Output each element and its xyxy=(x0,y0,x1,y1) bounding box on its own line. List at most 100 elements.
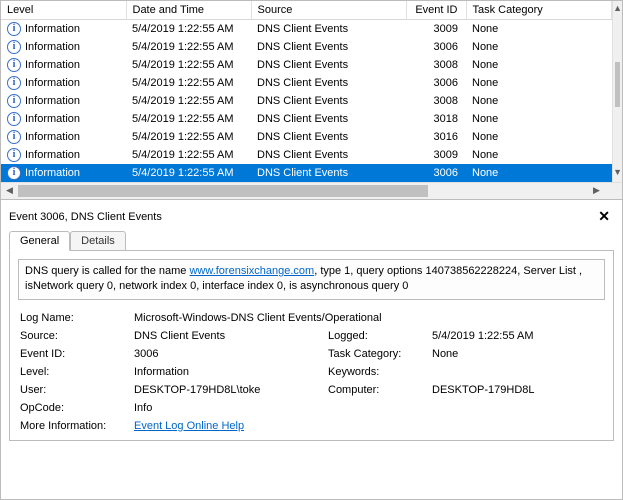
cell-eventid: 3006 xyxy=(406,74,466,92)
information-icon: i xyxy=(7,148,21,162)
event-details-pane: Event 3006, DNS Client Events ✕ General … xyxy=(1,200,622,449)
tab-general[interactable]: General xyxy=(9,231,70,251)
cell-source: DNS Client Events xyxy=(251,110,406,128)
table-row[interactable]: iInformation5/4/2019 1:22:55 AMDNS Clien… xyxy=(1,146,612,164)
cell-source: DNS Client Events xyxy=(251,56,406,74)
cell-taskcat: None xyxy=(466,164,612,182)
cell-datetime: 5/4/2019 1:22:55 AM xyxy=(126,146,251,164)
cell-eventid: 3009 xyxy=(406,146,466,164)
label-moreinfo: More Information: xyxy=(20,420,130,432)
hscroll-thumb[interactable] xyxy=(18,185,428,197)
information-icon: i xyxy=(7,76,21,90)
value-keywords xyxy=(432,366,605,378)
scroll-thumb[interactable] xyxy=(615,62,620,107)
scroll-track[interactable] xyxy=(613,18,622,165)
label-opcode: OpCode: xyxy=(20,402,130,414)
desc-link[interactable]: www.forensixchange.com xyxy=(189,265,314,277)
cell-eventid: 3006 xyxy=(406,38,466,56)
details-tabs: General Details xyxy=(9,231,614,251)
col-datetime[interactable]: Date and Time xyxy=(126,1,251,20)
value-logname: Microsoft-Windows-DNS Client Events/Oper… xyxy=(134,312,605,324)
moreinfo-link[interactable]: Event Log Online Help xyxy=(134,420,244,432)
label-user: User: xyxy=(20,384,130,396)
cell-source: DNS Client Events xyxy=(251,146,406,164)
col-eventid[interactable]: Event ID xyxy=(406,1,466,20)
information-icon: i xyxy=(7,112,21,126)
cell-taskcat: None xyxy=(466,110,612,128)
table-row[interactable]: iInformation5/4/2019 1:22:55 AMDNS Clien… xyxy=(1,164,612,182)
value-level: Information xyxy=(134,366,324,378)
cell-eventid: 3009 xyxy=(406,20,466,39)
event-description: DNS query is called for the name www.for… xyxy=(18,259,605,300)
details-title: Event 3006, DNS Client Events xyxy=(9,211,162,223)
cell-datetime: 5/4/2019 1:22:55 AM xyxy=(126,164,251,182)
close-button[interactable]: ✕ xyxy=(594,208,614,225)
col-taskcat[interactable]: Task Category xyxy=(466,1,612,20)
label-source: Source: xyxy=(20,330,130,342)
col-source[interactable]: Source xyxy=(251,1,406,20)
table-row[interactable]: iInformation5/4/2019 1:22:55 AMDNS Clien… xyxy=(1,38,612,56)
event-list-pane: Level Date and Time Source Event ID Task… xyxy=(1,1,622,200)
cell-datetime: 5/4/2019 1:22:55 AM xyxy=(126,20,251,39)
cell-eventid: 3016 xyxy=(406,128,466,146)
label-logged: Logged: xyxy=(328,330,428,342)
information-icon: i xyxy=(7,40,21,54)
table-row[interactable]: iInformation5/4/2019 1:22:55 AMDNS Clien… xyxy=(1,74,612,92)
label-level: Level: xyxy=(20,366,130,378)
information-icon: i xyxy=(7,58,21,72)
cell-taskcat: None xyxy=(466,20,612,39)
cell-taskcat: None xyxy=(466,128,612,146)
event-table[interactable]: Level Date and Time Source Event ID Task… xyxy=(1,1,612,182)
table-header-row[interactable]: Level Date and Time Source Event ID Task… xyxy=(1,1,612,20)
cell-datetime: 5/4/2019 1:22:55 AM xyxy=(126,110,251,128)
tab-body-general: DNS query is called for the name www.for… xyxy=(9,250,614,441)
label-computer: Computer: xyxy=(328,384,428,396)
event-properties: Log Name: Microsoft-Windows-DNS Client E… xyxy=(18,312,605,432)
table-row[interactable]: iInformation5/4/2019 1:22:55 AMDNS Clien… xyxy=(1,92,612,110)
value-computer: DESKTOP-179HD8L xyxy=(432,384,605,396)
cell-level: iInformation xyxy=(1,110,126,128)
cell-source: DNS Client Events xyxy=(251,92,406,110)
label-keywords: Keywords: xyxy=(328,366,428,378)
information-icon: i xyxy=(7,166,21,180)
cell-eventid: 3006 xyxy=(406,164,466,182)
vertical-scrollbar[interactable]: ▲ ▼ xyxy=(612,1,622,182)
cell-eventid: 3008 xyxy=(406,92,466,110)
cell-level: iInformation xyxy=(1,128,126,146)
cell-taskcat: None xyxy=(466,92,612,110)
cell-datetime: 5/4/2019 1:22:55 AM xyxy=(126,38,251,56)
tab-details[interactable]: Details xyxy=(70,231,126,251)
scroll-corner xyxy=(605,183,622,199)
col-level[interactable]: Level xyxy=(1,1,126,20)
cell-eventid: 3008 xyxy=(406,56,466,74)
horizontal-scrollbar[interactable]: ◀ ▶ xyxy=(1,182,622,199)
value-source: DNS Client Events xyxy=(134,330,324,342)
hscroll-track[interactable] xyxy=(18,183,588,199)
cell-source: DNS Client Events xyxy=(251,128,406,146)
cell-level: iInformation xyxy=(1,20,126,39)
scroll-right-icon[interactable]: ▶ xyxy=(588,183,605,199)
value-moreinfo: Event Log Online Help xyxy=(134,420,605,432)
scroll-up-icon[interactable]: ▲ xyxy=(613,1,622,18)
cell-source: DNS Client Events xyxy=(251,74,406,92)
table-row[interactable]: iInformation5/4/2019 1:22:55 AMDNS Clien… xyxy=(1,128,612,146)
value-eventid: 3006 xyxy=(134,348,324,360)
cell-source: DNS Client Events xyxy=(251,38,406,56)
cell-source: DNS Client Events xyxy=(251,164,406,182)
table-row[interactable]: iInformation5/4/2019 1:22:55 AMDNS Clien… xyxy=(1,56,612,74)
table-row[interactable]: iInformation5/4/2019 1:22:55 AMDNS Clien… xyxy=(1,110,612,128)
scroll-down-icon[interactable]: ▼ xyxy=(613,165,622,182)
information-icon: i xyxy=(7,94,21,108)
value-logged: 5/4/2019 1:22:55 AM xyxy=(432,330,605,342)
cell-level: iInformation xyxy=(1,56,126,74)
label-eventid: Event ID: xyxy=(20,348,130,360)
cell-taskcat: None xyxy=(466,146,612,164)
cell-datetime: 5/4/2019 1:22:55 AM xyxy=(126,56,251,74)
cell-level: iInformation xyxy=(1,92,126,110)
value-taskcat: None xyxy=(432,348,605,360)
table-row[interactable]: iInformation5/4/2019 1:22:55 AMDNS Clien… xyxy=(1,20,612,39)
cell-taskcat: None xyxy=(466,56,612,74)
scroll-left-icon[interactable]: ◀ xyxy=(1,183,18,199)
label-logname: Log Name: xyxy=(20,312,130,324)
value-user: DESKTOP-179HD8L\toke xyxy=(134,384,324,396)
